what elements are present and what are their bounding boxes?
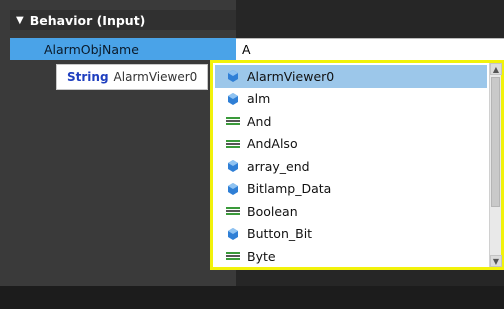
completion-item[interactable]: alm bbox=[215, 88, 487, 111]
completion-item-label: Boolean bbox=[247, 203, 298, 219]
type-tooltip: String AlarmViewer0 bbox=[56, 64, 208, 90]
property-row-alarmobjname[interactable]: AlarmObjName A bbox=[10, 38, 504, 60]
section-header-behavior-input[interactable]: ▼ Behavior (Input) bbox=[10, 10, 236, 30]
completion-item[interactable]: AndAlso bbox=[215, 133, 487, 156]
completion-item[interactable]: Bitlamp_Data bbox=[215, 178, 487, 201]
keyword-icon bbox=[225, 248, 241, 264]
scroll-down-icon[interactable]: ▼ bbox=[490, 255, 502, 267]
completion-item-label: Button_Bit bbox=[247, 226, 313, 242]
member-icon bbox=[225, 91, 241, 107]
bottom-dark-band bbox=[0, 286, 504, 309]
property-value-input[interactable]: A bbox=[236, 38, 504, 60]
completion-item-label: Byte bbox=[247, 248, 276, 264]
section-title: Behavior (Input) bbox=[29, 12, 146, 28]
completion-item-label: AndAlso bbox=[247, 136, 298, 152]
completion-item-label: And bbox=[247, 113, 272, 129]
completion-item[interactable]: Button_Bit bbox=[215, 223, 487, 246]
completion-item-label: alm bbox=[247, 91, 271, 107]
completion-item[interactable]: Byte bbox=[215, 245, 487, 268]
completion-item-label: array_end bbox=[247, 158, 310, 174]
member-icon bbox=[225, 226, 241, 242]
tooltip-type: String bbox=[67, 70, 109, 84]
member-icon bbox=[225, 181, 241, 197]
completion-item[interactable]: AlarmViewer0 bbox=[215, 65, 487, 88]
collapse-triangle-icon[interactable]: ▼ bbox=[16, 15, 24, 26]
completion-popup[interactable]: AlarmViewer0 alm And AndAlso array_end Bitlam… bbox=[210, 60, 504, 270]
completion-item-label: Bitlamp_Data bbox=[247, 181, 332, 197]
member-icon bbox=[225, 158, 241, 174]
completion-item[interactable]: And bbox=[215, 110, 487, 133]
completion-item[interactable]: array_end bbox=[215, 155, 487, 178]
tooltip-name: AlarmViewer0 bbox=[113, 70, 198, 84]
completion-list[interactable]: AlarmViewer0 alm And AndAlso array_end Bitlam… bbox=[215, 65, 487, 265]
completion-item-label: AlarmViewer0 bbox=[247, 68, 335, 84]
scroll-up-icon[interactable]: ▲ bbox=[490, 63, 502, 75]
keyword-icon bbox=[225, 203, 241, 219]
property-name[interactable]: AlarmObjName bbox=[10, 38, 236, 60]
keyword-icon bbox=[225, 136, 241, 152]
completion-item[interactable]: Boolean bbox=[215, 200, 487, 223]
keyword-icon bbox=[225, 113, 241, 129]
member-icon bbox=[225, 68, 241, 84]
completion-scrollbar[interactable]: ▲ ▼ bbox=[489, 63, 502, 267]
scroll-thumb[interactable] bbox=[491, 77, 500, 207]
